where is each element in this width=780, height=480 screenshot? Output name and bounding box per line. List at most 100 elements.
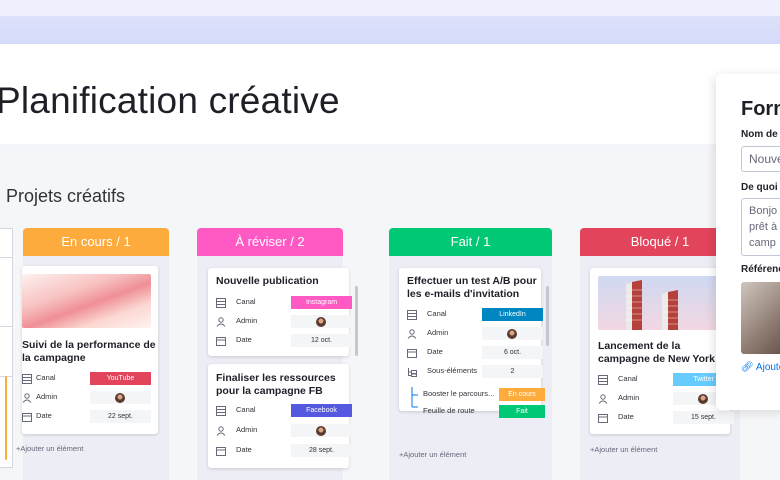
card-lancement-new-york[interactable]: Lancement de la campagne de New York Can… xyxy=(590,268,734,434)
date-cell[interactable]: 22 sept. xyxy=(90,410,151,423)
field-label: Admin xyxy=(36,392,58,401)
calendar-icon xyxy=(216,447,226,456)
admin-cell[interactable] xyxy=(482,327,543,340)
table-icon xyxy=(598,375,608,385)
field-date: Date 22 sept. xyxy=(22,410,156,424)
admin-cell[interactable] xyxy=(291,315,352,328)
add-item-link[interactable]: +Ajouter un élément xyxy=(590,445,657,454)
subitem-label: Booster le parcours... xyxy=(423,389,495,398)
card-title-line: campagne de New York xyxy=(598,353,715,365)
avatar xyxy=(316,426,326,436)
subitem-row[interactable]: Feuille de route Fait xyxy=(423,405,545,418)
field-canal: Canal Facebook xyxy=(216,404,352,418)
date-cell[interactable]: 12 oct. xyxy=(291,334,352,347)
description-field-label: De quoi a xyxy=(741,182,780,193)
field-admin: Admin xyxy=(216,315,352,329)
form-side-panel: Form Nom de Nouve De quoi a Bonjo prêt à… xyxy=(716,74,780,410)
subitems-count[interactable]: 2 xyxy=(482,365,543,378)
admin-cell[interactable] xyxy=(291,424,352,437)
field-label: Admin xyxy=(236,316,258,325)
column-header[interactable]: Fait / 1 xyxy=(389,228,552,256)
field-date: Date 28 sept. xyxy=(216,444,352,458)
textarea-line: prêt à xyxy=(749,221,778,233)
card-nouvelle-publication[interactable]: Nouvelle publication Canal Instagram Adm… xyxy=(208,268,352,356)
calendar-icon xyxy=(22,413,32,422)
field-date: Date 15 sept. xyxy=(598,411,734,425)
card-test-ab[interactable]: Effectuer un test A/B pour les e-mails d… xyxy=(399,268,545,418)
card-image xyxy=(598,276,722,330)
card-title: Nouvelle publication xyxy=(216,275,346,288)
calendar-icon xyxy=(598,414,608,423)
field-canal: Canal Twitter xyxy=(598,373,734,387)
channel-status[interactable]: YouTube xyxy=(90,372,151,385)
field-sous-elements: Sous-éléments 2 xyxy=(407,365,543,379)
column-scrollbar[interactable] xyxy=(355,286,358,356)
date-cell[interactable]: 15 sept. xyxy=(673,411,734,424)
field-admin: Admin xyxy=(216,424,352,438)
date-cell[interactable]: 6 oct. xyxy=(482,346,543,359)
column-header[interactable]: À réviser / 2 xyxy=(197,228,343,256)
add-file-link[interactable]: 🔗︎ Ajoute xyxy=(741,362,780,373)
card-suivi-performance[interactable]: Suivi de la performance de la campagne C… xyxy=(22,266,158,434)
field-label: Canal xyxy=(36,373,56,382)
column-scrollbar[interactable] xyxy=(5,376,7,460)
person-icon xyxy=(407,329,417,339)
page-title: Planification créative xyxy=(0,80,340,121)
field-date: Date 12 oct. xyxy=(216,334,352,348)
field-label: Date xyxy=(427,347,443,356)
stub-divider xyxy=(0,257,13,258)
date-cell[interactable]: 28 sept. xyxy=(291,444,352,457)
description-textarea[interactable]: Bonjo prêt à camp xyxy=(741,198,780,256)
avatar xyxy=(115,393,125,403)
card-image xyxy=(22,274,151,328)
field-label: Date xyxy=(236,335,252,344)
field-label: Date xyxy=(36,411,52,420)
card-finaliser-ressources[interactable]: Finaliser les ressources pour la campagn… xyxy=(208,364,352,468)
column-fait: Fait / 1 Effectuer un test A/B pour les … xyxy=(389,228,552,480)
card-title-line: Lancement de la xyxy=(598,340,681,352)
field-date: Date 6 oct. xyxy=(407,346,543,360)
person-icon xyxy=(598,394,608,404)
field-canal: Canal LinkedIn xyxy=(407,308,543,322)
add-item-link[interactable]: +Ajouter un élément xyxy=(16,444,83,453)
top-banner xyxy=(0,0,780,44)
card-title-line: la campagne xyxy=(22,352,86,364)
table-icon xyxy=(407,310,417,320)
field-label: Sous-éléments xyxy=(427,366,478,375)
field-canal: Canal Instagram xyxy=(216,296,352,310)
field-label: Date xyxy=(618,412,634,421)
channel-status[interactable]: Instagram xyxy=(291,296,352,309)
field-label: Canal xyxy=(236,297,256,306)
card-title-line: Suivi de la performance de xyxy=(22,339,156,351)
subitem-row[interactable]: Booster le parcours... En cours xyxy=(423,388,545,401)
card-title-line: Nouvelle publication xyxy=(216,275,319,287)
field-label: Admin xyxy=(427,328,449,337)
subitem-label: Feuille de route xyxy=(423,406,475,415)
subitem-status[interactable]: En cours xyxy=(499,388,545,401)
stub-divider xyxy=(0,326,13,327)
column-scrollbar[interactable] xyxy=(546,286,549,346)
subitem-status[interactable]: Fait xyxy=(499,405,545,418)
table-icon xyxy=(216,406,226,416)
person-icon xyxy=(216,426,226,436)
card-title: Lancement de la campagne de New York xyxy=(598,340,728,366)
paperclip-icon: 🔗︎ xyxy=(741,362,756,373)
table-icon xyxy=(22,374,32,384)
subitems-icon xyxy=(408,368,417,377)
field-label: Canal xyxy=(427,309,447,318)
column-en-cours: En cours / 1 Suivi de la performance de … xyxy=(16,228,169,480)
avatar xyxy=(507,329,517,339)
card-title-line: Finaliser les ressources xyxy=(216,372,336,384)
add-item-link[interactable]: +Ajouter un élément xyxy=(399,450,466,459)
channel-status[interactable]: LinkedIn xyxy=(482,308,543,321)
column-header[interactable]: En cours / 1 xyxy=(23,228,169,256)
board-title: Projets créatifs xyxy=(6,186,126,206)
calendar-icon xyxy=(407,349,417,358)
table-icon xyxy=(216,298,226,308)
name-input[interactable]: Nouve xyxy=(741,146,780,172)
subitem-tree-icon xyxy=(411,387,418,408)
channel-status[interactable]: Facebook xyxy=(291,404,352,417)
admin-cell[interactable] xyxy=(90,391,151,404)
avatar xyxy=(698,394,708,404)
add-file-label: Ajoute xyxy=(755,362,780,373)
